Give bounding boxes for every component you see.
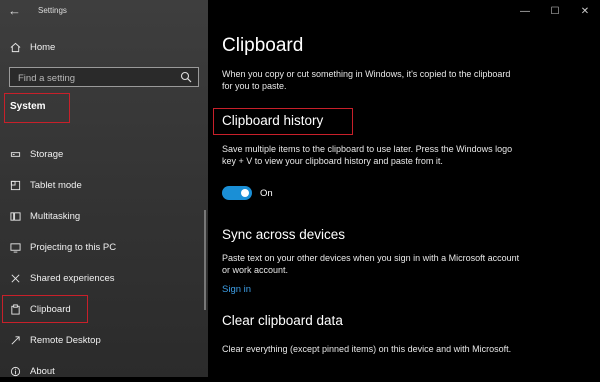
back-arrow-icon[interactable]: ← <box>8 3 21 18</box>
window-controls: — ☐ ✕ <box>510 0 600 22</box>
sidebar-item-projecting[interactable]: Projecting to this PC <box>0 236 208 258</box>
shared-experiences-icon <box>0 273 30 284</box>
info-icon <box>0 366 30 377</box>
sidebar-item-remote-desktop[interactable]: Remote Desktop <box>0 329 208 351</box>
app-title: Settings <box>38 6 67 15</box>
sidebar-item-label: About <box>30 365 55 377</box>
title-bar: ← Settings <box>0 0 208 24</box>
close-button[interactable]: ✕ <box>570 0 600 22</box>
sidebar-item-about[interactable]: About <box>0 360 208 382</box>
clear-clipboard-heading: Clear clipboard data <box>222 313 343 328</box>
sync-heading: Sync across devices <box>222 227 346 242</box>
sidebar-item-label: Shared experiences <box>30 272 115 284</box>
projecting-icon <box>0 242 30 253</box>
sidebar-item-label: Projecting to this PC <box>30 241 117 253</box>
clipboard-history-toggle[interactable] <box>222 186 252 200</box>
storage-icon <box>0 149 30 160</box>
page-title: Clipboard <box>222 35 304 56</box>
toggle-state-label: On <box>260 188 273 199</box>
highlight-box-clipboard <box>2 295 88 323</box>
sidebar-item-tablet-mode[interactable]: Tablet mode <box>0 174 208 196</box>
remote-desktop-icon <box>0 335 30 346</box>
nav-home[interactable]: Home <box>0 36 208 58</box>
minimize-button[interactable]: — <box>510 0 540 22</box>
intro-text: When you copy or cut something in Window… <box>222 69 511 91</box>
search-input[interactable] <box>10 69 168 88</box>
sync-description: Paste text on your other devices when yo… <box>222 253 520 275</box>
nav-home-label: Home <box>30 41 56 53</box>
sidebar-item-label: Multitasking <box>30 210 81 222</box>
sidebar-item-storage[interactable]: Storage <box>0 143 208 165</box>
maximize-button[interactable]: ☐ <box>540 0 570 22</box>
toggle-knob <box>241 189 249 197</box>
multitasking-icon <box>0 211 30 222</box>
sidebar-item-multitasking[interactable]: Multitasking <box>0 205 208 227</box>
sidebar-item-label: Storage <box>30 148 64 160</box>
sidebar-item-label: Tablet mode <box>30 179 82 191</box>
search-box[interactable] <box>9 67 199 88</box>
highlight-box-system <box>4 93 70 123</box>
tablet-mode-icon <box>0 180 30 191</box>
search-icon[interactable] <box>180 71 192 83</box>
sign-in-link[interactable]: Sign in <box>222 284 251 295</box>
sidebar-item-label: Remote Desktop <box>30 334 101 346</box>
sidebar-item-shared-experiences[interactable]: Shared experiences <box>0 267 208 289</box>
clipboard-history-description: Save multiple items to the clipboard to … <box>222 144 513 166</box>
navigation-pane: ← Settings Home System Storage Tablet mo… <box>0 0 208 377</box>
home-icon <box>0 42 30 53</box>
highlight-box-clipboard-history <box>213 108 353 135</box>
clear-clipboard-description: Clear everything (except pinned items) o… <box>222 344 512 354</box>
sidebar-scrollbar[interactable] <box>204 210 206 310</box>
